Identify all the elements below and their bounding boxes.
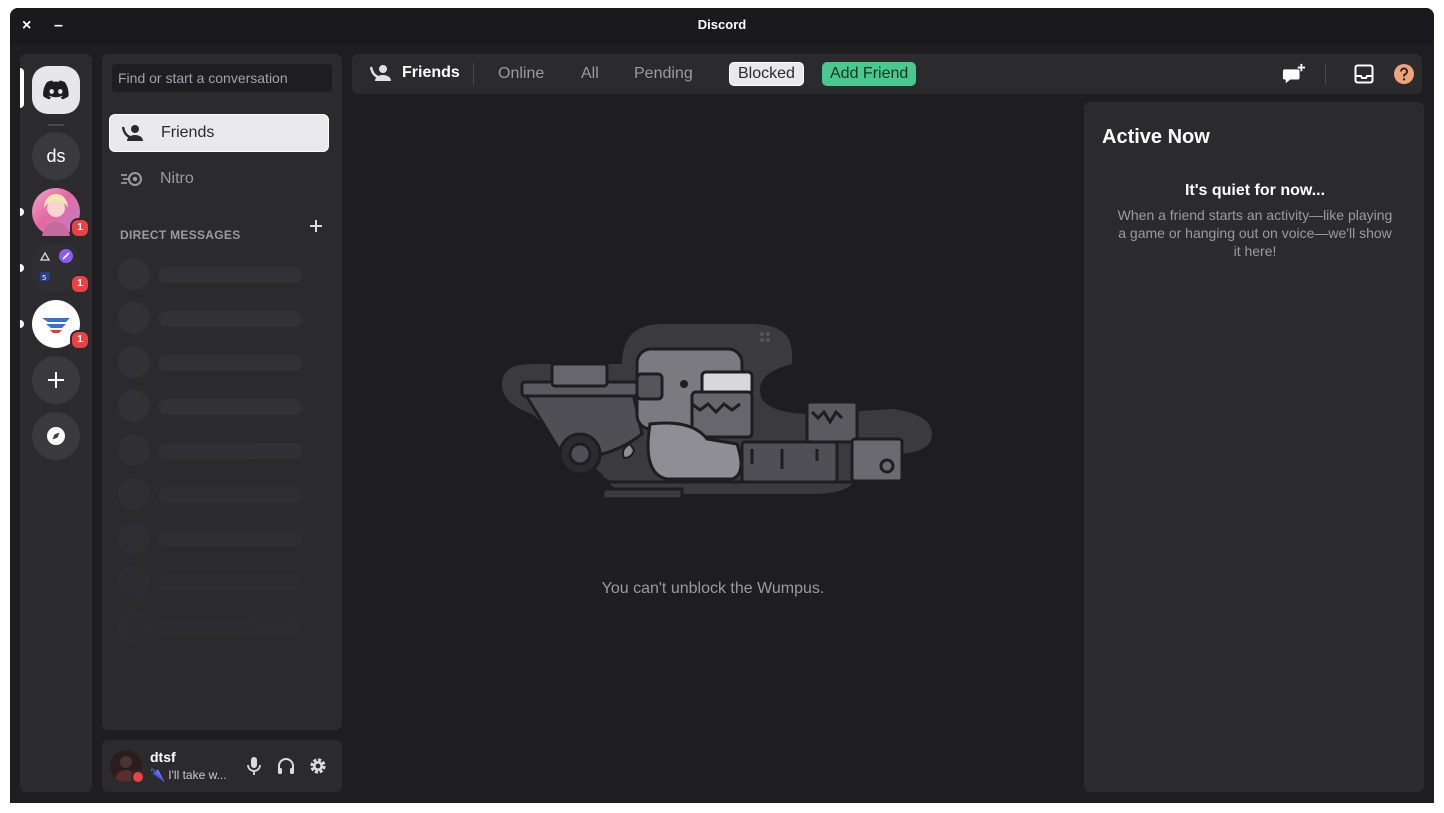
headphones-icon bbox=[278, 758, 294, 774]
friends-icon bbox=[370, 65, 391, 81]
active-now-panel: Active Now It's quiet for now... When a … bbox=[1084, 102, 1424, 792]
friends-icon bbox=[120, 124, 146, 142]
empty-state-message: You can't unblock the Wumpus. bbox=[601, 580, 825, 597]
explore-servers-button[interactable] bbox=[32, 412, 80, 460]
server-rail: ds 1 5 1 1 bbox=[20, 54, 92, 792]
dm-skeleton-item bbox=[118, 522, 308, 554]
user-settings-button[interactable] bbox=[308, 756, 328, 776]
search-input[interactable] bbox=[112, 64, 332, 92]
server-initials: ds bbox=[46, 145, 66, 166]
dnd-status-icon bbox=[131, 770, 145, 784]
header-title-text: Friends bbox=[402, 64, 460, 81]
tab-blocked[interactable]: Blocked bbox=[729, 62, 804, 86]
header-divider bbox=[473, 63, 474, 85]
dm-skeleton-item bbox=[118, 478, 308, 510]
active-now-empty-title: It's quiet for now... bbox=[1184, 182, 1326, 199]
dm-skeleton-item bbox=[118, 434, 308, 466]
nav-nitro[interactable]: Nitro bbox=[109, 160, 329, 198]
unread-indicator bbox=[20, 208, 24, 216]
dm-skeleton-item bbox=[118, 346, 308, 378]
gear-icon bbox=[310, 758, 326, 774]
plus-icon bbox=[310, 220, 322, 232]
active-now-title: Active Now bbox=[1102, 126, 1210, 148]
direct-messages-header: DIRECT MESSAGES bbox=[120, 228, 241, 242]
compass-icon bbox=[47, 427, 65, 445]
mute-button[interactable] bbox=[244, 756, 264, 776]
window-title: Discord bbox=[697, 17, 747, 32]
add-server-button[interactable] bbox=[32, 356, 80, 404]
selected-pill bbox=[20, 68, 24, 108]
folder-badge: 1 bbox=[70, 274, 90, 294]
plus-icon bbox=[48, 372, 64, 388]
friends-header: Friends Online All Pending Blocked Add F… bbox=[352, 54, 1422, 94]
rail-separator bbox=[48, 124, 64, 126]
nitro-icon bbox=[119, 170, 145, 188]
home-button[interactable] bbox=[32, 66, 80, 114]
nav-friends[interactable]: Friends bbox=[109, 114, 329, 152]
new-group-dm-button[interactable] bbox=[1282, 62, 1306, 86]
new-message-icon bbox=[1282, 63, 1306, 84]
add-friend-button[interactable]: Add Friend bbox=[822, 62, 917, 86]
user-panel: dtsf 🌂 I'll take w... bbox=[102, 740, 342, 792]
inbox-button[interactable] bbox=[1352, 62, 1376, 86]
tab-online[interactable]: Online bbox=[490, 62, 552, 86]
dm-panel: Friends Nitro DIRECT MESSAGES bbox=[102, 54, 342, 730]
server-badge: 1 bbox=[70, 330, 90, 350]
tab-pending[interactable]: Pending bbox=[626, 62, 701, 86]
dm-skeleton-item bbox=[118, 302, 308, 334]
active-now-empty-description: When a friend starts an activity—like pl… bbox=[1117, 207, 1393, 259]
discord-logo-icon bbox=[43, 80, 69, 100]
blocked-empty-state: You can't unblock the Wumpus. bbox=[352, 104, 1074, 792]
dm-skeleton-item bbox=[118, 610, 308, 642]
header-divider bbox=[1325, 63, 1326, 85]
custom-status: 🌂 I'll take w... bbox=[150, 768, 227, 782]
tab-all[interactable]: All bbox=[573, 62, 607, 86]
help-button[interactable] bbox=[1392, 62, 1416, 86]
server-ds[interactable]: ds bbox=[32, 132, 80, 180]
microphone-icon bbox=[247, 757, 261, 775]
deafen-button[interactable] bbox=[276, 756, 296, 776]
dm-skeleton-item bbox=[118, 258, 308, 290]
unread-indicator bbox=[20, 264, 24, 272]
inbox-icon bbox=[1354, 64, 1374, 84]
dm-skeleton-item bbox=[118, 566, 308, 598]
create-dm-button[interactable] bbox=[308, 218, 324, 234]
server-badge: 1 bbox=[70, 218, 90, 238]
unread-indicator bbox=[20, 320, 24, 328]
nav-friends-label: Friends bbox=[161, 124, 215, 141]
wumpus-illustration bbox=[502, 324, 932, 536]
username: dtsf bbox=[150, 749, 176, 765]
svg-text:5: 5 bbox=[42, 274, 46, 282]
title-bar: × – Discord bbox=[10, 8, 1434, 44]
app-window: × – Discord ds 1 5 1 1 Find or start a c… bbox=[10, 8, 1434, 803]
help-icon bbox=[1394, 64, 1414, 84]
dm-skeleton-item bbox=[118, 390, 308, 422]
nav-nitro-label: Nitro bbox=[160, 170, 194, 187]
header-title: Friends bbox=[370, 64, 460, 82]
